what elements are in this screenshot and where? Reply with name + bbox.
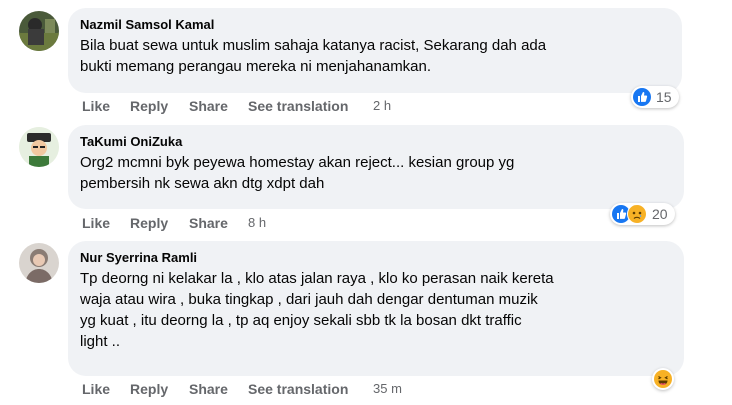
share-button[interactable]: Share <box>189 98 228 114</box>
comment-text: Bila buat sewa untuk muslim sahaja katan… <box>80 37 547 75</box>
like-icon <box>633 88 651 106</box>
comment-author[interactable]: TaKumi OniZuka <box>80 133 672 150</box>
comment-author[interactable]: Nazmil Samsol Kamal <box>80 16 670 33</box>
reaction-count: 20 <box>652 206 668 222</box>
sad-icon <box>627 204 647 224</box>
reaction-summary[interactable]: 15 <box>631 86 679 108</box>
like-button[interactable]: Like <box>82 381 110 397</box>
see-translation-button[interactable]: See translation <box>248 98 348 114</box>
comment-text: Tp deorng ni kelakar la , klo atas jalan… <box>80 270 554 350</box>
comment-text: Org2 mcmni byk peyewa homestay akan reje… <box>80 154 515 192</box>
see-translation-button[interactable]: See translation <box>248 381 348 397</box>
reply-button[interactable]: Reply <box>130 215 168 231</box>
share-button[interactable]: Share <box>189 215 228 231</box>
comment-bubble: TaKumi OniZuka Org2 mcmni byk peyewa hom… <box>68 125 684 209</box>
reply-button[interactable]: Reply <box>130 98 168 114</box>
avatar[interactable] <box>19 11 59 51</box>
like-button[interactable]: Like <box>82 98 110 114</box>
comment-timestamp[interactable]: 2 h <box>373 98 391 113</box>
share-button[interactable]: Share <box>189 381 228 397</box>
avatar[interactable] <box>19 243 59 283</box>
comment-timestamp[interactable]: 8 h <box>248 215 266 230</box>
comment-timestamp[interactable]: 35 m <box>373 381 402 396</box>
reaction-count: 15 <box>656 89 672 105</box>
reaction-summary[interactable] <box>652 368 674 390</box>
avatar[interactable] <box>19 127 59 167</box>
comment-bubble: Nazmil Samsol Kamal Bila buat sewa untuk… <box>68 8 682 93</box>
haha-icon <box>654 370 672 388</box>
reaction-summary[interactable]: 20 <box>610 203 675 225</box>
comment-bubble: Nur Syerrina Ramli Tp deorng ni kelakar … <box>68 241 684 376</box>
reply-button[interactable]: Reply <box>130 381 168 397</box>
like-button[interactable]: Like <box>82 215 110 231</box>
comment-author[interactable]: Nur Syerrina Ramli <box>80 249 672 266</box>
